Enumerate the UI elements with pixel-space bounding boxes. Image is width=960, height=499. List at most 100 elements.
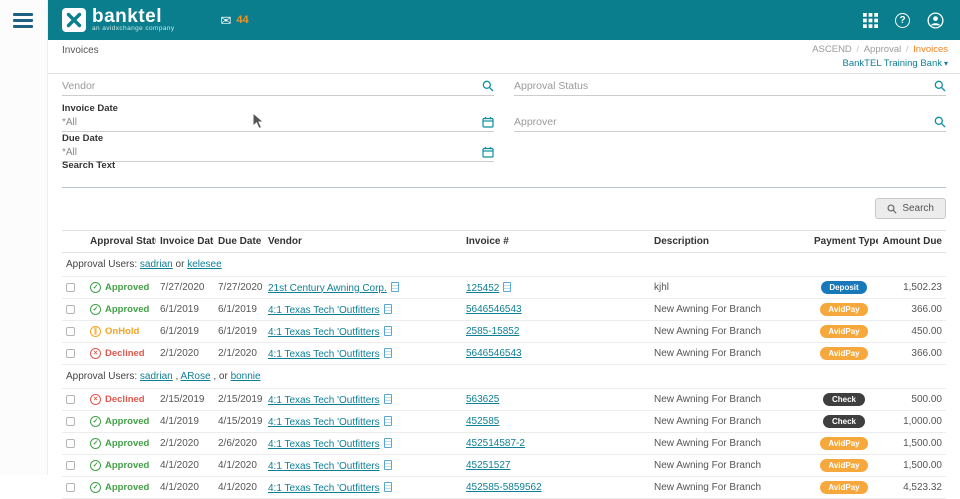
breadcrumb-item[interactable]: ASCEND (812, 44, 852, 55)
invoice-number-link[interactable]: 45251527 (466, 460, 511, 471)
invoice-date-cell: 2/1/2020 (156, 342, 214, 365)
document-icon[interactable] (503, 281, 512, 292)
bank-selector[interactable]: BankTEL Training Bank ▾ (812, 57, 948, 71)
approval-user-link[interactable]: ARose (181, 371, 211, 382)
due-date-cell: 2/15/2019 (214, 388, 264, 411)
row-checkbox[interactable] (66, 416, 75, 426)
status-label: OnHold (105, 326, 140, 337)
brand-logo[interactable]: banktel an avidxchange company (62, 7, 175, 32)
invoice-row: × Declined 2/1/2020 2/1/2020 4:1 Texas Tech … (62, 342, 946, 365)
menu-icon[interactable] (13, 13, 33, 31)
invoice-date-filter[interactable]: Invoice Date *All (62, 103, 494, 132)
payment-type-cell: AvidPay (810, 454, 878, 477)
amount-due-cell: 500.00 (878, 388, 946, 411)
search-button-label: Search (902, 203, 934, 214)
document-icon[interactable] (383, 347, 392, 358)
invoice-number-link[interactable]: 452585-5859562 (466, 482, 542, 493)
vendor-link[interactable]: 4:1 Texas Tech 'Outfitters (268, 417, 380, 428)
document-icon[interactable] (383, 437, 392, 448)
column-header-vendor: Vendor (264, 230, 462, 253)
approval-user-link[interactable]: kelesee (187, 259, 221, 270)
approver-input[interactable] (514, 116, 934, 128)
row-checkbox[interactable] (66, 460, 75, 470)
vendor-link[interactable]: 4:1 Texas Tech 'Outfitters (268, 439, 380, 450)
row-checkbox[interactable] (66, 482, 75, 492)
search-text-input[interactable] (62, 173, 946, 189)
vendor-link[interactable]: 4:1 Texas Tech 'Outfitters (268, 349, 380, 360)
document-icon[interactable] (383, 459, 392, 470)
vendor-cell: 4:1 Texas Tech 'Outfitters (264, 410, 462, 433)
profile-icon[interactable] (927, 11, 944, 29)
mail-icon: ✉ (220, 12, 232, 28)
column-header-description: Description (650, 230, 810, 253)
vendor-link[interactable]: 4:1 Texas Tech 'Outfitters (268, 395, 380, 406)
row-checkbox[interactable] (66, 394, 75, 404)
invoice-date-cell: 7/27/2020 (156, 276, 214, 299)
vendor-input[interactable] (62, 80, 482, 92)
invoice-number-link[interactable]: 5646546543 (466, 348, 522, 359)
invoice-date-cell: 2/1/2020 (156, 432, 214, 455)
invoice-number-cell: 452585 (462, 410, 650, 433)
document-icon[interactable] (383, 415, 392, 426)
help-icon[interactable]: ? (895, 12, 910, 28)
search-icon (934, 116, 946, 128)
invoice-number-link[interactable]: 5646546543 (466, 304, 522, 315)
invoice-date-cell: 4/1/2020 (156, 476, 214, 499)
vendor-link[interactable]: 21st Century Awning Corp. (268, 283, 387, 294)
invoice-number-link[interactable]: 452585 (466, 416, 499, 427)
declined-status-icon: × (90, 348, 101, 359)
document-icon[interactable] (390, 281, 399, 292)
status-badge: ✓ Approved (90, 460, 152, 471)
vendor-filter[interactable] (62, 74, 494, 96)
due-date-filter[interactable]: Due Date *All (62, 133, 494, 162)
vendor-link[interactable]: 4:1 Texas Tech 'Outfitters (268, 483, 380, 494)
payment-type-pill: AvidPay (820, 481, 868, 494)
vendor-link[interactable]: 4:1 Texas Tech 'Outfitters (268, 461, 380, 472)
search-icon (934, 80, 946, 92)
search-button[interactable]: Search (875, 198, 946, 219)
vendor-link[interactable]: 4:1 Texas Tech 'Outfitters (268, 327, 380, 338)
approval-status-filter[interactable] (514, 74, 946, 96)
invoice-date-cell: 6/1/2019 (156, 298, 214, 321)
search-text-filter[interactable]: Search Text (62, 160, 946, 189)
status-badge: × Declined (90, 394, 152, 405)
row-checkbox[interactable] (66, 438, 75, 448)
approved-status-icon: ✓ (90, 304, 101, 315)
approval-user-link[interactable]: sadrian (140, 259, 173, 270)
payment-type-cell: AvidPay (810, 298, 878, 321)
invoice-number-cell: 125452 (462, 276, 650, 299)
approval-user-link[interactable]: bonnie (231, 371, 261, 382)
row-checkbox[interactable] (66, 326, 75, 336)
invoice-number-link[interactable]: 2585-15852 (466, 326, 519, 337)
row-checkbox[interactable] (66, 348, 75, 358)
payment-type-pill: Check (823, 415, 865, 428)
breadcrumb-item[interactable]: Approval (864, 44, 902, 55)
vendor-link[interactable]: 4:1 Texas Tech 'Outfitters (268, 305, 380, 316)
document-icon[interactable] (383, 393, 392, 404)
row-checkbox[interactable] (66, 304, 75, 314)
invoice-number-link[interactable]: 452514587-2 (466, 438, 525, 449)
row-checkbox[interactable] (66, 282, 75, 292)
invoice-number-link[interactable]: 125452 (466, 283, 499, 294)
inbox-button[interactable]: ✉ 44 (221, 14, 249, 27)
invoice-number-link[interactable]: 563625 (466, 394, 499, 405)
approver-filter[interactable] (514, 110, 946, 132)
document-icon[interactable] (383, 481, 392, 492)
calendar-icon[interactable] (482, 116, 494, 128)
description-cell: New Awning For Branch (650, 432, 810, 455)
due-date-cell: 4/1/2020 (214, 454, 264, 477)
status-label: Approved (105, 482, 150, 493)
search-text-label: Search Text (62, 160, 116, 171)
approval-status-input[interactable] (514, 80, 934, 92)
apps-grid-icon[interactable] (863, 12, 878, 28)
document-icon[interactable] (383, 303, 392, 314)
chevron-down-icon: ▾ (943, 59, 948, 68)
document-icon[interactable] (383, 325, 392, 336)
column-header-due-date: Due Date (214, 230, 264, 253)
approval-user-link[interactable]: sadrian (140, 371, 173, 382)
declined-status-icon: × (90, 394, 101, 405)
description-cell: New Awning For Branch (650, 320, 810, 343)
calendar-icon[interactable] (482, 146, 494, 158)
status-badge: ✓ Approved (90, 482, 152, 493)
status-badge: ∥ OnHold (90, 326, 152, 337)
